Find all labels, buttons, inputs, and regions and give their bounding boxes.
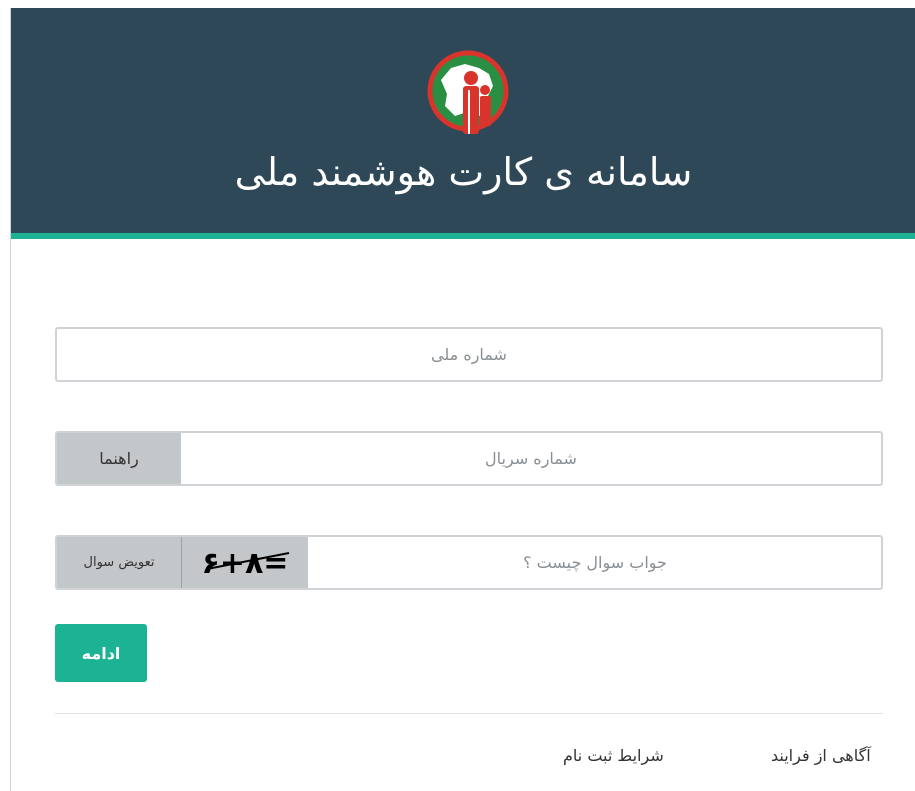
captcha-field: تعویض سوال ۶+۸=	[55, 535, 883, 590]
serial-help-button[interactable]: راهنما	[57, 433, 181, 484]
iran-map-family-logo-icon	[427, 50, 509, 146]
national-id-field	[55, 327, 883, 382]
captcha-answer-input[interactable]	[309, 537, 881, 588]
registration-terms-link[interactable]: شرایط ثبت نام	[563, 746, 664, 765]
page-header: سامانه ی کارت هوشمند ملی	[11, 8, 915, 239]
process-info-link[interactable]: آگاهی از فرایند	[771, 746, 871, 765]
continue-button[interactable]: ادامه	[55, 624, 147, 682]
page-title: سامانه ی کارت هوشمند ملی	[234, 150, 693, 194]
serial-field: راهنما	[55, 431, 883, 486]
divider	[55, 713, 883, 714]
login-panel: سامانه ی کارت هوشمند ملی راهنما تعویض سو…	[10, 8, 915, 791]
captcha-refresh-button[interactable]: تعویض سوال	[57, 537, 181, 588]
national-id-input[interactable]	[57, 329, 881, 380]
captcha-challenge-text: ۶+۸=	[202, 546, 289, 581]
serial-number-input[interactable]	[181, 433, 881, 484]
captcha-image: ۶+۸=	[181, 537, 308, 588]
